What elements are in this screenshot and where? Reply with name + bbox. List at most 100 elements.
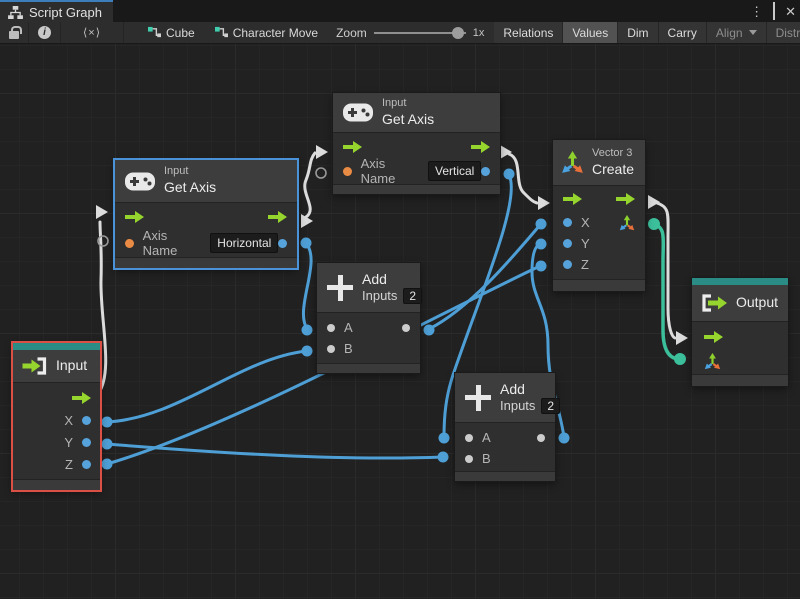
output-icon [702, 294, 728, 312]
input-a-port[interactable] [465, 434, 473, 442]
node-vector3-create[interactable]: Vector 3 Create X Y Z [553, 140, 645, 291]
toggle-dim[interactable]: Dim [618, 22, 658, 43]
close-icon[interactable]: ✕ [785, 5, 796, 18]
input-a-port[interactable] [327, 324, 335, 332]
x-output-port[interactable] [82, 416, 91, 425]
dropdown-distribute[interactable]: Distribute [767, 22, 800, 43]
node-footer [455, 471, 555, 481]
tab-bar: Script Graph ⋮ ✕ [0, 0, 800, 22]
node-title: Add [500, 381, 560, 399]
inputs-count-field[interactable]: 2 [403, 288, 422, 304]
z-label: Z [65, 457, 73, 472]
control-input-port[interactable] [704, 331, 723, 343]
node-title: Get Axis [164, 179, 216, 197]
node-add-1[interactable]: Add Inputs 2 A B [317, 263, 420, 373]
gamepad-icon [125, 172, 155, 191]
node-footer [692, 374, 788, 386]
node-get-axis-vertical[interactable]: Input Get Axis Axis Name Vertical [333, 93, 500, 194]
node-add-2[interactable]: Add Inputs 2 A B [455, 373, 555, 481]
zoom-slider-handle[interactable] [452, 27, 464, 39]
control-output-port[interactable] [268, 211, 287, 223]
input-b-label: B [482, 451, 491, 466]
gamepad-icon [343, 103, 373, 122]
zoom-value: 1x [473, 27, 485, 39]
node-category: Input [382, 97, 434, 111]
control-input-port[interactable] [125, 211, 144, 223]
vector-input-port[interactable] [704, 353, 721, 370]
toggle-values[interactable]: Values [563, 22, 618, 43]
vector3-icon [561, 151, 584, 174]
breadcrumb-root-cube[interactable]: Cube [138, 22, 205, 43]
control-input-port[interactable] [343, 141, 362, 153]
x-label: X [64, 413, 73, 428]
script-graph-window: Script Graph ⋮ ✕ i ⟨×⟩ Cube C [0, 0, 800, 599]
control-input-port[interactable] [563, 193, 582, 205]
node-input[interactable]: Input X Y Z [13, 343, 100, 490]
dropdown-align[interactable]: Align [707, 22, 767, 43]
zoom-label: Zoom [336, 26, 367, 40]
axis-name-value[interactable]: Horizontal [210, 233, 278, 253]
node-footer [317, 363, 420, 373]
graph-hierarchy-icon [8, 6, 23, 19]
toggle-carry[interactable]: Carry [659, 22, 707, 43]
vector-output-port[interactable] [619, 215, 635, 231]
input-a-label: A [344, 320, 353, 335]
tab-title: Script Graph [29, 5, 102, 20]
inputs-label: Inputs [500, 398, 535, 414]
axis-name-value[interactable]: Vertical [428, 161, 481, 181]
breadcrumb-label: Cube [166, 26, 195, 40]
graph-port-accent [13, 343, 100, 350]
tab-script-graph[interactable]: Script Graph [0, 0, 113, 22]
script-graph-asset-icon [148, 26, 161, 39]
node-get-axis-horizontal[interactable]: Input Get Axis Axis Name Horizontal [115, 160, 297, 268]
z-input-port[interactable] [563, 260, 572, 269]
graph-toolbar: i ⟨×⟩ Cube Character Move Zoom [0, 22, 800, 44]
z-output-port[interactable] [82, 460, 91, 469]
input-a-label: A [482, 430, 491, 445]
control-output-port[interactable] [616, 193, 635, 205]
maximize-icon[interactable] [773, 5, 775, 18]
inputs-count-field[interactable]: 2 [541, 398, 560, 414]
x-input-port[interactable] [563, 218, 572, 227]
value-output-port[interactable] [278, 239, 287, 248]
input-b-port[interactable] [327, 345, 335, 353]
menu-more-icon[interactable]: ⋮ [750, 5, 763, 18]
y-input-port[interactable] [563, 239, 572, 248]
value-output-port[interactable] [481, 167, 490, 176]
breadcrumb-label: Character Move [233, 26, 318, 40]
y-label: Y [581, 236, 590, 251]
node-output[interactable]: Output [692, 278, 788, 386]
inputs-label: Inputs [362, 288, 397, 304]
info-icon: i [38, 26, 51, 39]
control-output-port[interactable] [471, 141, 490, 153]
node-footer [553, 279, 645, 291]
chevron-down-icon [749, 30, 757, 35]
add-icon [327, 275, 353, 301]
zoom-slider[interactable] [374, 27, 466, 39]
node-title: Get Axis [382, 111, 434, 129]
node-title: Add [362, 271, 422, 289]
code-preview-button[interactable]: ⟨×⟩ [61, 22, 124, 43]
lock-icon [9, 31, 19, 39]
info-button[interactable]: i [29, 22, 61, 43]
sum-output-port[interactable] [402, 324, 410, 332]
sum-output-port[interactable] [537, 434, 545, 442]
axis-name-port[interactable] [125, 239, 134, 248]
code-icon: ⟨×⟩ [83, 26, 101, 39]
toggle-relations[interactable]: Relations [494, 22, 563, 43]
input-b-label: B [344, 341, 353, 356]
breadcrumb-character-move[interactable]: Character Move [205, 22, 328, 43]
y-output-port[interactable] [82, 438, 91, 447]
node-category: Input [164, 165, 216, 179]
control-output-port[interactable] [72, 392, 91, 404]
node-title: Create [592, 161, 634, 179]
input-b-port[interactable] [465, 455, 473, 463]
graph-port-accent [692, 278, 788, 285]
axis-name-label: Axis Name [361, 156, 421, 186]
axis-name-port[interactable] [343, 167, 352, 176]
node-category: Vector 3 [592, 147, 634, 161]
x-label: X [581, 215, 590, 230]
lock-button[interactable] [0, 22, 29, 43]
script-graph-asset-icon [215, 26, 228, 39]
input-icon [21, 357, 48, 375]
